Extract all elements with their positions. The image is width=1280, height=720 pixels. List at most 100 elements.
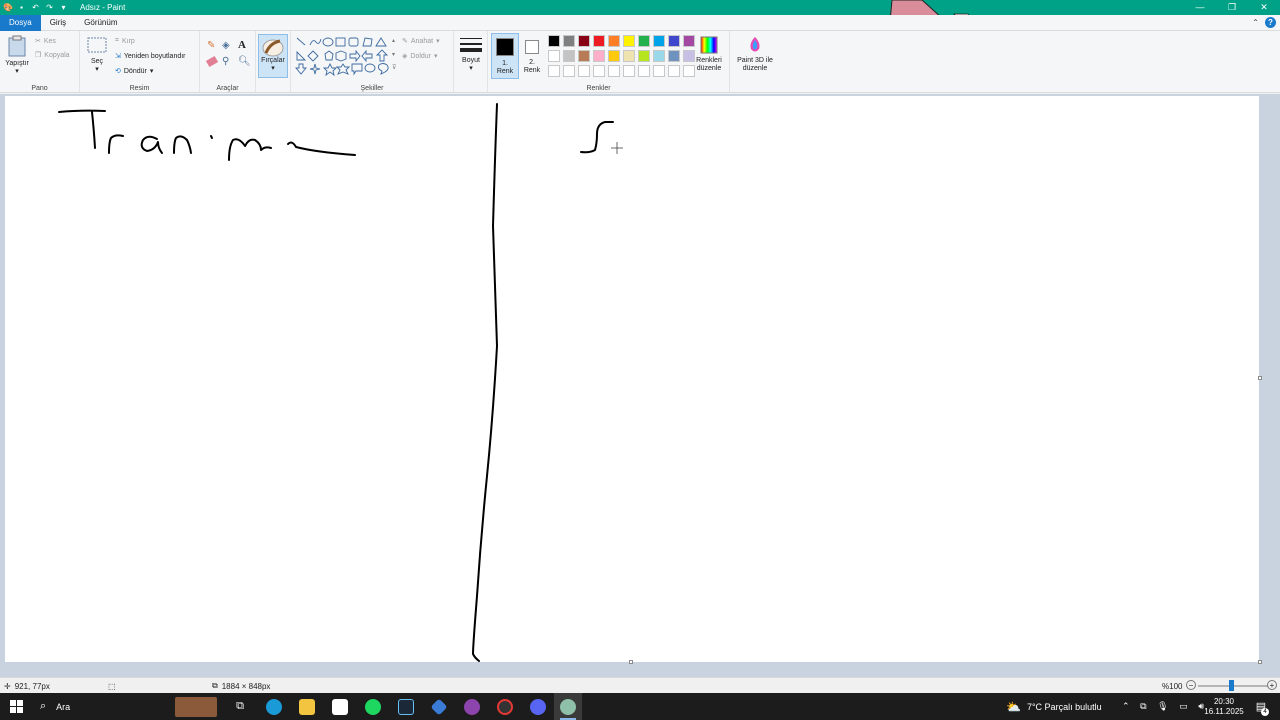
color1-button[interactable]: 1. Renk (491, 33, 519, 79)
palette-swatch[interactable] (578, 65, 590, 77)
drawing-canvas[interactable] (5, 96, 1259, 662)
crop-button[interactable]: ⌗ Kırp (115, 37, 135, 45)
taskbar-spotify[interactable] (360, 693, 386, 720)
palette-swatch[interactable] (608, 35, 620, 47)
palette-swatch[interactable] (623, 35, 635, 47)
copy-button[interactable]: ❐ Kopyala (35, 51, 70, 60)
minimize-button[interactable]: — (1184, 0, 1216, 15)
palette-swatch[interactable] (653, 35, 665, 47)
palette-swatch[interactable] (593, 50, 605, 62)
restore-button[interactable]: ❐ (1216, 0, 1248, 15)
resize-handle-right[interactable] (1258, 376, 1262, 380)
fill-button[interactable]: ◈ Doldur ▾ (402, 52, 438, 61)
palette-swatch[interactable] (668, 65, 680, 77)
brushes-button[interactable]: Fırçalar ▾ (258, 34, 288, 78)
taskbar-app-red[interactable] (492, 693, 518, 720)
shapes-expand-icon[interactable]: ⊽ (392, 64, 396, 71)
palette-swatch[interactable] (593, 65, 605, 77)
paste-button[interactable]: Yapıştır ▾ (4, 35, 30, 76)
taskbar-file-explorer[interactable] (294, 693, 320, 720)
rotate-dropdown-icon[interactable]: ▾ (150, 67, 154, 75)
palette-swatch[interactable] (668, 50, 680, 62)
windows-logo-icon (9, 700, 23, 713)
outline-button[interactable]: ✎ Anahat ▾ (402, 37, 440, 46)
shapes-gallery[interactable] (295, 36, 395, 78)
task-view-button[interactable]: ⧉ (228, 693, 252, 720)
line-size-icon (460, 38, 482, 52)
palette-swatch[interactable] (548, 50, 560, 62)
size-dropdown-icon[interactable]: ▾ (469, 65, 473, 73)
palette-swatch[interactable] (638, 35, 650, 47)
resize-button[interactable]: ⇲ Yeniden boyutlandır (115, 52, 186, 61)
palette-swatch[interactable] (578, 35, 590, 47)
resize-handle-corner[interactable] (1258, 660, 1262, 664)
tab-home[interactable]: Giriş (41, 15, 75, 31)
collapse-ribbon-icon[interactable]: ⌃ (1252, 18, 1259, 27)
clock[interactable]: 20:30 16.11.2025 (1200, 693, 1248, 720)
start-button[interactable] (0, 693, 32, 720)
color2-button[interactable]: 2. Renk (521, 33, 543, 79)
select-button[interactable]: Seç ▾ (85, 37, 109, 74)
taskbar-app-blue[interactable] (426, 693, 452, 720)
show-hidden-icons-icon[interactable]: ⌃ (1122, 701, 1130, 712)
redo-icon[interactable]: ↷ (45, 3, 54, 12)
resize-handle-bottom[interactable] (629, 660, 633, 664)
pencil-icon[interactable]: ✎ (207, 40, 215, 51)
palette-swatch[interactable] (608, 50, 620, 62)
brushes-dropdown-icon[interactable]: ▾ (271, 65, 275, 73)
palette-swatch[interactable] (623, 50, 635, 62)
taskbar-paint[interactable] (554, 693, 582, 720)
palette-swatch[interactable] (563, 65, 575, 77)
undo-icon[interactable]: ↶ (31, 3, 40, 12)
palette-swatch[interactable] (638, 65, 650, 77)
tab-file[interactable]: Dosya (0, 14, 41, 31)
taskbar-edge[interactable] (261, 693, 287, 720)
palette-swatch[interactable] (623, 65, 635, 77)
tray-app-icon[interactable]: ⧉ (1140, 701, 1146, 712)
palette-swatch[interactable] (593, 35, 605, 47)
palette-swatch[interactable] (563, 50, 575, 62)
notification-center-button[interactable]: ▤ 4 (1250, 693, 1272, 720)
color-picker-icon[interactable]: ⚲ (222, 56, 229, 67)
taskbar-discord[interactable] (525, 693, 551, 720)
clipboard-icon (8, 35, 26, 57)
edit-colors-button[interactable]: Renkleri düzenle (693, 35, 725, 73)
edit-with-paint3d-button[interactable]: Paint 3D ile düzenle (733, 35, 777, 73)
eraser-icon[interactable] (205, 55, 219, 68)
taskbar-steam[interactable] (393, 693, 419, 720)
taskbar-app-purple[interactable] (459, 693, 485, 720)
shapes-scroll-down-icon[interactable]: ▾ (392, 51, 395, 58)
palette-swatch[interactable] (548, 35, 560, 47)
save-icon[interactable]: ▪ (17, 3, 26, 12)
palette-swatch[interactable] (563, 35, 575, 47)
help-icon[interactable]: ? (1265, 17, 1276, 28)
search-box[interactable]: ⌕ Ara (32, 693, 227, 720)
network-icon[interactable]: ▭ (1179, 701, 1188, 712)
tab-view[interactable]: Görünüm (75, 15, 126, 31)
palette-swatch[interactable] (668, 35, 680, 47)
shapes-scroll-up-icon[interactable]: ▴ (392, 37, 395, 44)
magnifier-icon[interactable]: 🔍︎ (238, 56, 251, 67)
zoom-in-button[interactable]: + (1267, 680, 1277, 690)
cut-button[interactable]: ✂ Kes (35, 37, 56, 46)
text-tool-icon[interactable]: A (238, 39, 246, 51)
palette-swatch[interactable] (578, 50, 590, 62)
palette-swatch[interactable] (653, 50, 665, 62)
palette-swatch[interactable] (548, 65, 560, 77)
zoom-out-button[interactable]: − (1186, 680, 1196, 690)
rotate-label: Döndür (123, 67, 147, 75)
taskbar-store[interactable] (327, 693, 353, 720)
weather-widget[interactable]: ⛅ 7°C Parçalı bulutlu (1006, 693, 1118, 720)
palette-swatch[interactable] (608, 65, 620, 77)
palette-swatch[interactable] (653, 65, 665, 77)
rotate-button[interactable]: ⟲ Döndür ▾ (115, 67, 154, 76)
select-dropdown-icon[interactable]: ▾ (95, 66, 99, 74)
zoom-slider-thumb[interactable] (1229, 680, 1234, 691)
palette-swatch[interactable] (638, 50, 650, 62)
customize-qat-icon[interactable]: ▾ (59, 3, 68, 12)
microphone-icon[interactable]: 🎙︎ (1157, 701, 1168, 712)
size-button[interactable]: Boyut ▾ (457, 36, 485, 73)
close-button[interactable]: ✕ (1248, 0, 1280, 15)
paste-dropdown-icon[interactable]: ▾ (15, 68, 19, 76)
fill-bucket-icon[interactable]: ◈ (222, 40, 230, 51)
